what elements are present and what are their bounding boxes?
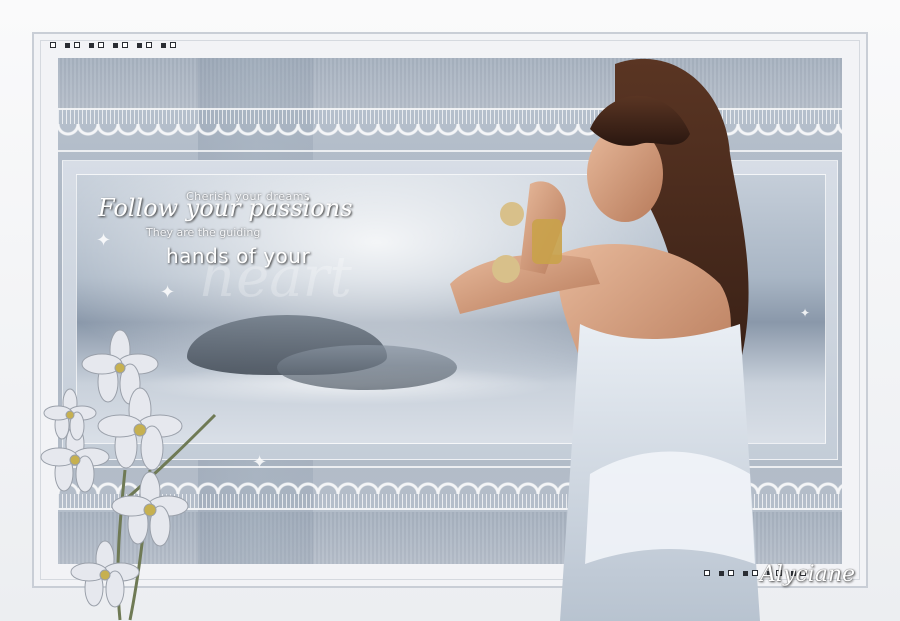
sparkle-icon: ✦ <box>252 452 268 473</box>
sparkle-icon: ✦ <box>96 230 112 251</box>
sparkle-icon: ✦ <box>160 282 176 303</box>
woman-figure <box>450 58 760 621</box>
text-hands: hands of your <box>166 244 311 268</box>
text-follow: Follow your passions <box>98 194 353 222</box>
artist-signature: Alyciane <box>760 562 856 587</box>
sparkle-icon: ✦ <box>800 306 811 320</box>
rock-shape <box>277 345 457 390</box>
text-they-are: They are the guiding <box>146 226 261 239</box>
flower-icon <box>40 329 217 621</box>
top-dot-row <box>50 42 185 48</box>
